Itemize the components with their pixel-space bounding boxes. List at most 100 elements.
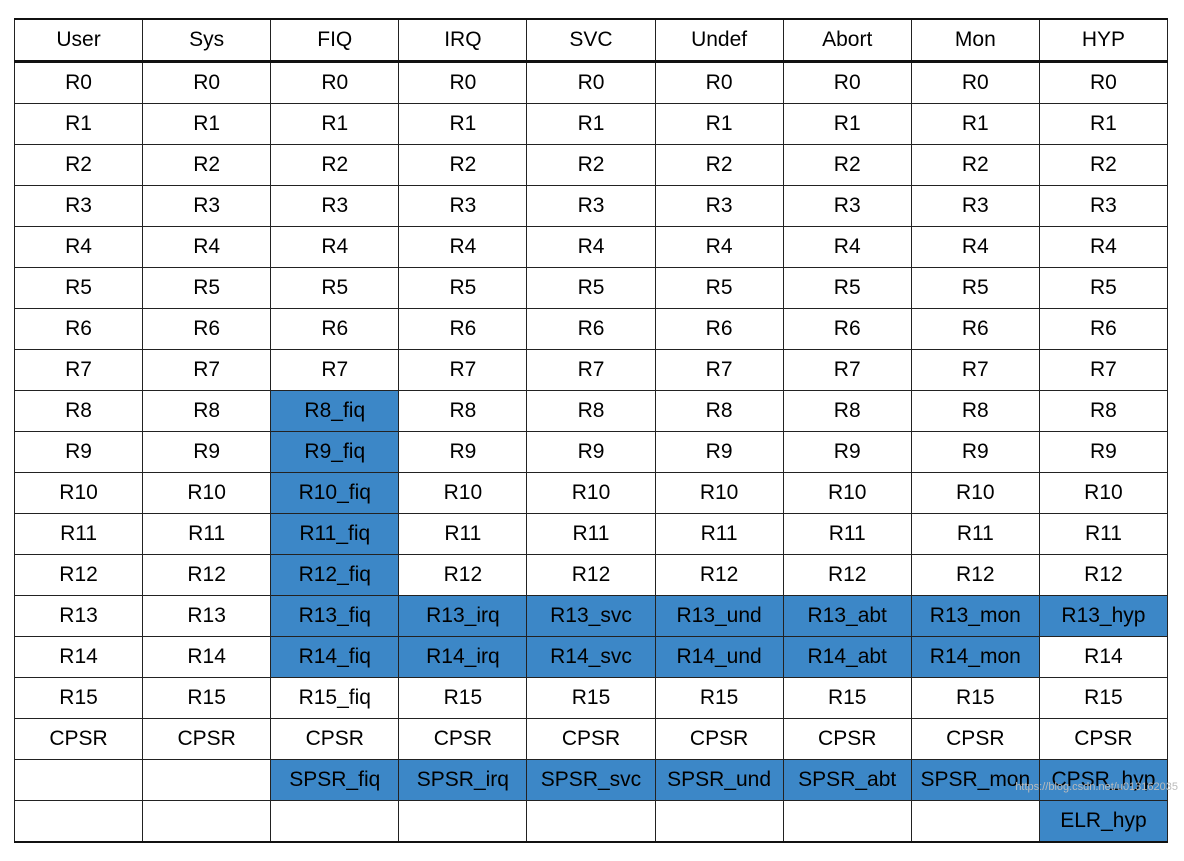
table-cell: R15: [399, 678, 527, 719]
table-cell: R11: [527, 514, 655, 555]
table-row: R12R12R12_fiqR12R12R12R12R12R12: [15, 555, 1168, 596]
table-cell: R13_fiq: [271, 596, 399, 637]
table-cell: R8_fiq: [271, 391, 399, 432]
table-cell: R1: [527, 104, 655, 145]
table-row: R11R11R11_fiqR11R11R11R11R11R11: [15, 514, 1168, 555]
table-cell: R3: [271, 186, 399, 227]
table-cell: R12: [399, 555, 527, 596]
table-cell: R1: [655, 104, 783, 145]
table-cell: R3: [143, 186, 271, 227]
table-cell: R11: [911, 514, 1039, 555]
table-cell: R3: [911, 186, 1039, 227]
table-row: R3R3R3R3R3R3R3R3R3: [15, 186, 1168, 227]
table-cell: R14: [143, 637, 271, 678]
table-cell: R2: [143, 145, 271, 186]
table-cell: R10: [15, 473, 143, 514]
table-cell: R11: [15, 514, 143, 555]
table-cell: R2: [399, 145, 527, 186]
table-cell: [15, 801, 143, 843]
table-cell: SPSR_und: [655, 760, 783, 801]
table-cell: R6: [143, 309, 271, 350]
table-cell: R8: [527, 391, 655, 432]
table-cell: R6: [1039, 309, 1167, 350]
table-cell: ELR_hyp: [1039, 801, 1167, 843]
table-cell: CPSR: [143, 719, 271, 760]
table-cell: R10: [143, 473, 271, 514]
table-cell: CPSR: [783, 719, 911, 760]
table-cell: R14: [1039, 637, 1167, 678]
table-cell: R5: [143, 268, 271, 309]
table-cell: R1: [143, 104, 271, 145]
table-cell: R6: [15, 309, 143, 350]
table-cell: R5: [911, 268, 1039, 309]
table-cell: R9: [655, 432, 783, 473]
table-cell: R8: [399, 391, 527, 432]
table-cell: R0: [527, 62, 655, 104]
table-cell: R8: [911, 391, 1039, 432]
table-cell: R15: [911, 678, 1039, 719]
table-cell: R4: [399, 227, 527, 268]
arm-registers-table: UserSysFIQIRQSVCUndefAbortMonHYP R0R0R0R…: [14, 18, 1168, 843]
table-row: R13R13R13_fiqR13_irqR13_svcR13_undR13_ab…: [15, 596, 1168, 637]
table-cell: R6: [527, 309, 655, 350]
table-cell: CPSR_hyp: [1039, 760, 1167, 801]
table-row: R9R9R9_fiqR9R9R9R9R9R9: [15, 432, 1168, 473]
column-header: FIQ: [271, 19, 399, 62]
table-row: R6R6R6R6R6R6R6R6R6: [15, 309, 1168, 350]
table-cell: R8: [783, 391, 911, 432]
table-cell: R4: [271, 227, 399, 268]
table-cell: [143, 760, 271, 801]
table-cell: SPSR_irq: [399, 760, 527, 801]
table-cell: R1: [783, 104, 911, 145]
table-cell: R7: [655, 350, 783, 391]
table-cell: R10: [783, 473, 911, 514]
table-cell: R9: [527, 432, 655, 473]
table-cell: R2: [271, 145, 399, 186]
table-cell: R12: [783, 555, 911, 596]
table-cell: R10_fiq: [271, 473, 399, 514]
table-cell: R0: [15, 62, 143, 104]
table-cell: SPSR_mon: [911, 760, 1039, 801]
table-row: R1R1R1R1R1R1R1R1R1: [15, 104, 1168, 145]
table-cell: R13_abt: [783, 596, 911, 637]
table-cell: R10: [399, 473, 527, 514]
table-cell: R3: [15, 186, 143, 227]
table-cell: R13_und: [655, 596, 783, 637]
table-cell: R13: [15, 596, 143, 637]
table-row: R10R10R10_fiqR10R10R10R10R10R10: [15, 473, 1168, 514]
table-cell: R2: [1039, 145, 1167, 186]
table-cell: R15: [15, 678, 143, 719]
table-cell: R5: [1039, 268, 1167, 309]
table-cell: R14: [15, 637, 143, 678]
table-cell: R4: [143, 227, 271, 268]
table-cell: R3: [783, 186, 911, 227]
column-header: IRQ: [399, 19, 527, 62]
table-cell: R5: [271, 268, 399, 309]
table-cell: CPSR: [271, 719, 399, 760]
table-cell: R9: [1039, 432, 1167, 473]
table-cell: R9: [911, 432, 1039, 473]
table-cell: R5: [399, 268, 527, 309]
table-cell: SPSR_fiq: [271, 760, 399, 801]
table-row: SPSR_fiqSPSR_irqSPSR_svcSPSR_undSPSR_abt…: [15, 760, 1168, 801]
column-header: HYP: [1039, 19, 1167, 62]
table-cell: R11_fiq: [271, 514, 399, 555]
table-cell: R2: [911, 145, 1039, 186]
table-cell: R4: [911, 227, 1039, 268]
table-cell: R10: [1039, 473, 1167, 514]
table-cell: R10: [655, 473, 783, 514]
table-cell: R10: [527, 473, 655, 514]
table-cell: R0: [911, 62, 1039, 104]
table-cell: R14_irq: [399, 637, 527, 678]
table-cell: R8: [143, 391, 271, 432]
table-cell: R0: [399, 62, 527, 104]
watermark-text: https://blog.csdn.net/u013162035: [1015, 781, 1178, 793]
table-cell: R13_hyp: [1039, 596, 1167, 637]
column-header: Undef: [655, 19, 783, 62]
table-cell: R14_und: [655, 637, 783, 678]
table-cell: R10: [911, 473, 1039, 514]
table-cell: R3: [655, 186, 783, 227]
table-cell: R12: [15, 555, 143, 596]
table-cell: R0: [143, 62, 271, 104]
table-cell: R14_svc: [527, 637, 655, 678]
